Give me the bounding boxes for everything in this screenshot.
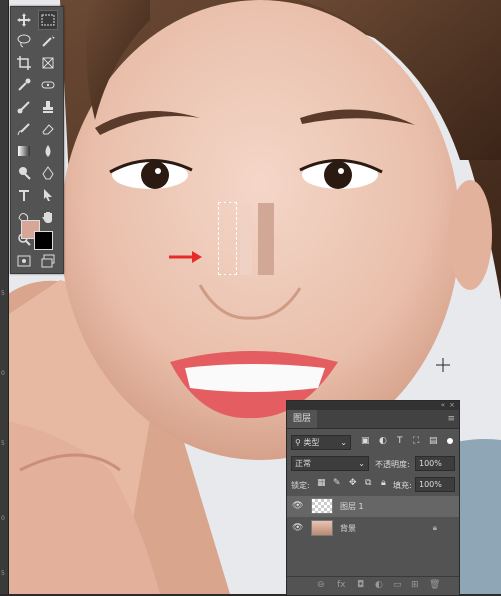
lock-transparent-icon[interactable]: ▦ [317, 478, 326, 488]
fill-value: 100% [419, 480, 442, 489]
lock-label: 锁定: [291, 481, 310, 490]
frame-icon[interactable] [38, 53, 58, 73]
move-icon[interactable] [14, 10, 34, 30]
collapse-icon[interactable]: « [441, 401, 445, 409]
shape-filter-icon[interactable]: ⛶ [413, 436, 419, 446]
clone-stamp-icon[interactable] [38, 97, 58, 117]
opacity-value: 100% [419, 459, 442, 468]
marquee-icon[interactable] [38, 10, 58, 30]
marquee-selection[interactable] [218, 202, 237, 275]
spot-heal-icon[interactable] [38, 75, 58, 95]
lasso-icon[interactable] [14, 31, 34, 51]
filter-toggle-icon[interactable] [447, 438, 453, 444]
background-color-swatch[interactable] [34, 231, 53, 250]
adjustment-layer-icon[interactable]: ◐ [375, 580, 383, 590]
vertical-ruler: 5 0 5 0 5 [0, 0, 9, 594]
lock-position-icon[interactable]: ✥ [349, 478, 357, 488]
ruler-mark: 0 [1, 515, 5, 522]
cursor-crosshair-icon [436, 358, 450, 372]
screen-mode-icon[interactable] [14, 251, 34, 271]
blend-mode-value: 正常 [295, 459, 311, 468]
type-filter-icon[interactable]: T [397, 436, 403, 446]
opacity-label: 不透明度: [375, 460, 410, 469]
filter-kind-select[interactable]: ⚲ 类型 ⌄ [291, 435, 351, 450]
fx-icon[interactable]: fx [337, 580, 346, 590]
layer-name: 图层 1 [340, 502, 364, 511]
adjustment-filter-icon[interactable]: ◐ [379, 436, 387, 446]
link-icon[interactable]: ⊖ [317, 580, 325, 590]
hand-icon[interactable] [38, 207, 58, 227]
red-arrow-icon [169, 251, 202, 263]
lock-pixels-icon[interactable]: ✎ [333, 478, 341, 488]
group-folder-icon[interactable]: ▭ [393, 580, 402, 590]
eyedropper-icon[interactable] [14, 75, 34, 95]
blend-row: 正常 ⌄ 不透明度: 100% [287, 454, 459, 472]
new-layer-icon[interactable]: ⊞ [411, 580, 419, 590]
visibility-eye-icon[interactable]: 👁︎ [292, 501, 303, 511]
ruler-mark: 0 [1, 370, 5, 377]
lock-row: 锁定: ▦ ✎ ✥ ⧉ 🔒︎ 填充: 100% [287, 475, 459, 493]
add-mask-icon[interactable]: ◘ [357, 580, 364, 590]
lock-all-icon[interactable]: 🔒︎ [381, 478, 386, 488]
fill-label: 填充: [393, 481, 412, 490]
skin-tone-swatch-light [240, 203, 252, 275]
lock-icon: 🔒︎ [432, 523, 437, 532]
visibility-eye-icon[interactable]: 👁︎ [292, 523, 303, 533]
layer-thumbnail [311, 520, 333, 536]
blur-icon[interactable] [38, 141, 58, 161]
pen-icon[interactable] [38, 163, 58, 183]
ruler-mark: 5 [1, 290, 5, 297]
panel-footer: ⊖ fx ◘ ◐ ▭ ⊞ 🗑︎ [287, 576, 459, 595]
eraser-icon[interactable] [38, 119, 58, 139]
fill-field[interactable]: 100% [415, 477, 455, 492]
history-brush-icon[interactable] [14, 119, 34, 139]
crop-icon[interactable] [14, 53, 34, 73]
filter-row: ⚲ 类型 ⌄ ▣ ◐ T ⛶ ▤ [287, 433, 459, 451]
panel-menu-icon[interactable]: ≡ [447, 414, 455, 424]
layer-row[interactable]: 👁︎ 背景 🔒︎ [287, 518, 459, 539]
smart-object-filter-icon[interactable]: ▤ [429, 436, 438, 446]
filter-kind-value: 类型 [303, 438, 320, 447]
layers-panel: « × 图层 ≡ ⚲ 类型 ⌄ ▣ ◐ T ⛶ ▤ 正常 ⌄ 不透明度: 100… [286, 400, 460, 596]
type-icon[interactable] [14, 185, 34, 205]
tab-layers[interactable]: 图层 [287, 410, 318, 428]
opacity-field[interactable]: 100% [415, 456, 455, 471]
ruler-mark: 5 [1, 570, 5, 577]
change-screen-icon[interactable] [38, 251, 58, 271]
layer-thumbnail [311, 498, 333, 514]
brush-icon[interactable] [14, 97, 34, 117]
panel-header-bar: « × [287, 401, 459, 410]
layer-row[interactable]: 👁︎ 图层 1 [287, 496, 459, 517]
blend-mode-select[interactable]: 正常 ⌄ [291, 456, 369, 471]
path-select-icon[interactable] [38, 185, 58, 205]
trash-icon[interactable]: 🗑︎ [429, 580, 440, 590]
tools-panel [10, 6, 64, 274]
chevron-down-icon: ⌄ [358, 459, 365, 468]
skin-tone-swatch-mid [258, 203, 274, 275]
magic-wand-icon[interactable] [38, 31, 58, 51]
pixel-filter-icon[interactable]: ▣ [361, 436, 370, 446]
lock-artboard-icon[interactable]: ⧉ [365, 478, 371, 488]
gradient-icon[interactable] [14, 141, 34, 161]
panel-tab-bar: 图层 ≡ [287, 410, 459, 429]
chevron-down-icon: ⌄ [340, 438, 347, 447]
ruler-mark: 5 [1, 440, 5, 447]
layer-name: 背景 [340, 524, 356, 533]
dodge-icon[interactable] [14, 163, 34, 183]
close-icon[interactable]: × [449, 401, 455, 409]
